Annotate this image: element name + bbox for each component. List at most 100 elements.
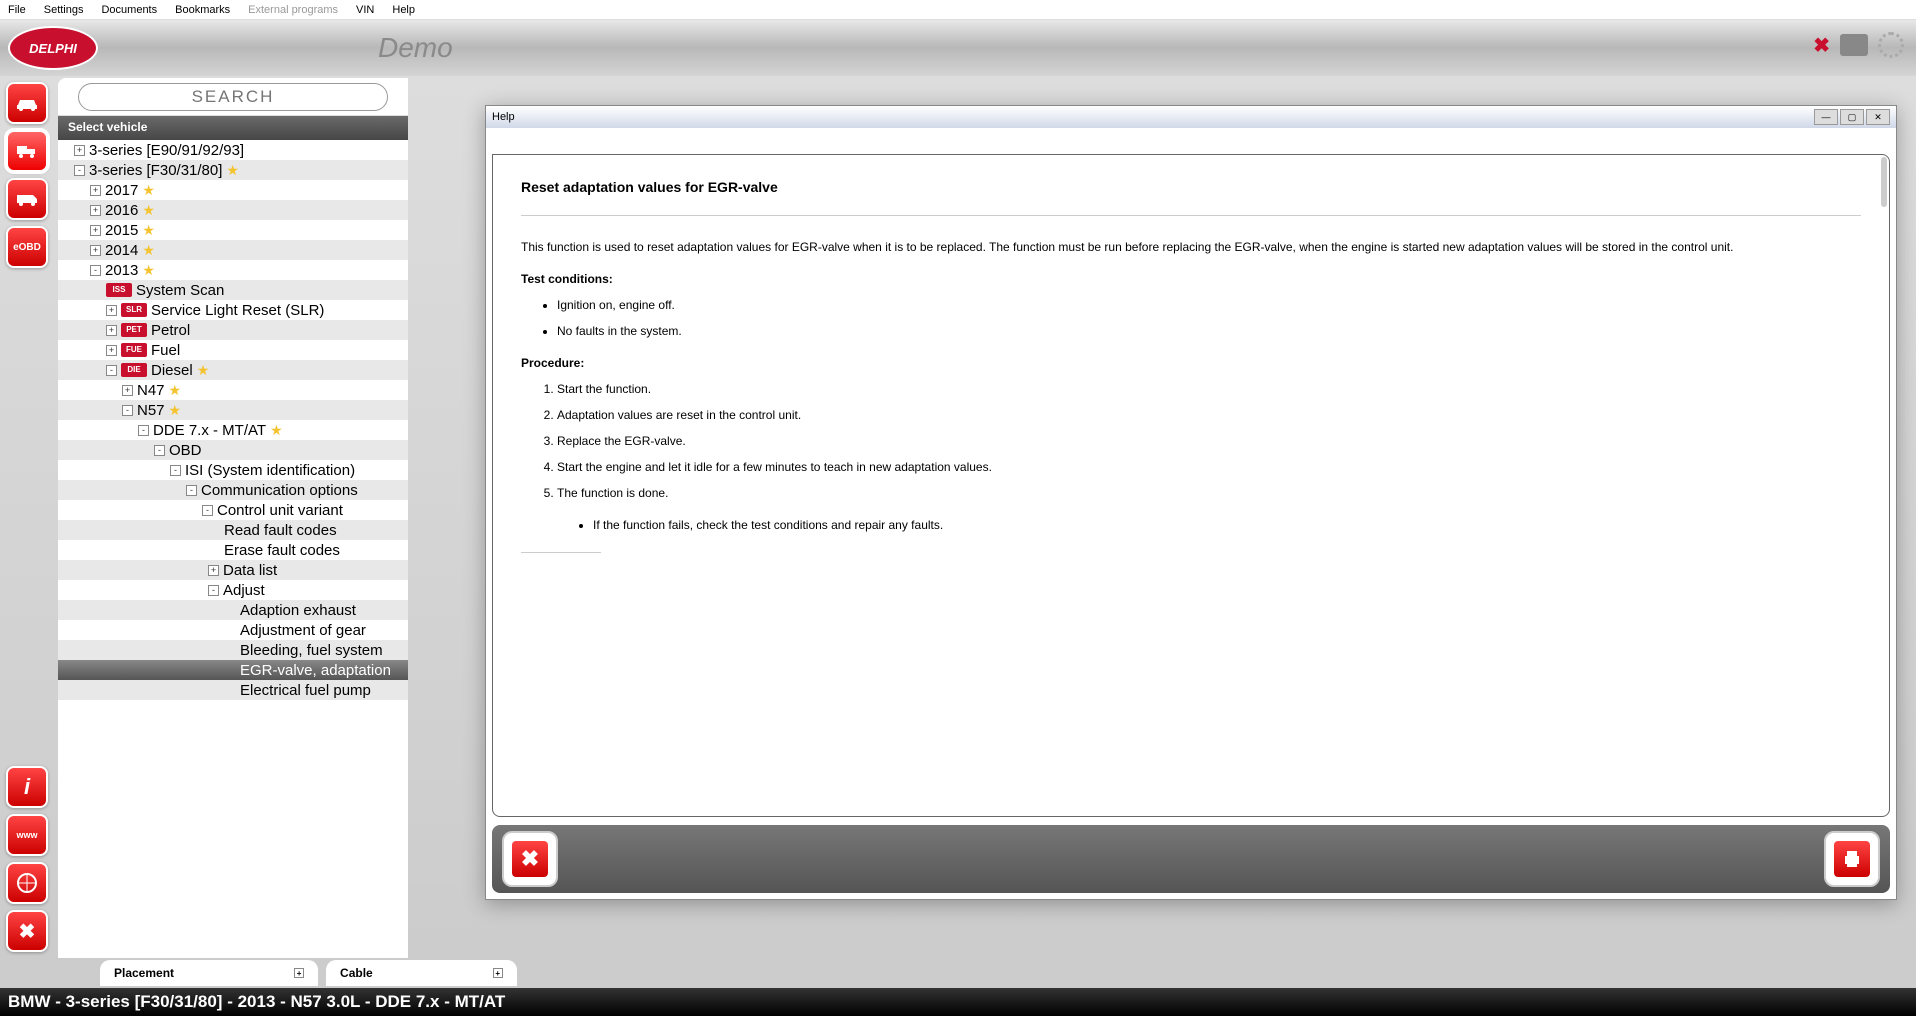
tree-item[interactable]: +2015★: [58, 220, 408, 240]
tree-item[interactable]: +N47★: [58, 380, 408, 400]
print-button[interactable]: [1824, 831, 1880, 887]
tree-item[interactable]: -OBD: [58, 440, 408, 460]
bottom-tab-placement[interactable]: Placement+: [100, 960, 318, 986]
eobd-icon[interactable]: eOBD: [6, 226, 48, 268]
tree-item[interactable]: -Control unit variant: [58, 500, 408, 520]
tree-item[interactable]: +SLRService Light Reset (SLR): [58, 300, 408, 320]
expand-icon[interactable]: +: [74, 145, 85, 156]
collapse-icon[interactable]: -: [138, 425, 149, 436]
expand-icon[interactable]: +: [106, 305, 117, 316]
expand-icon[interactable]: +: [294, 968, 304, 978]
tree-item[interactable]: +3-series [E90/91/92/93]: [58, 140, 408, 160]
tree-item[interactable]: Bleeding, fuel system: [58, 640, 408, 660]
expand-icon[interactable]: +: [493, 968, 503, 978]
help-footer: ✖: [492, 825, 1890, 893]
tree-label: 3-series [F30/31/80]: [89, 162, 222, 179]
tree-item[interactable]: -ISI (System identification): [58, 460, 408, 480]
tree-label: Bleeding, fuel system: [240, 642, 383, 659]
expand-icon[interactable]: +: [208, 565, 219, 576]
menu-documents[interactable]: Documents: [101, 4, 157, 16]
collapse-icon[interactable]: -: [154, 445, 165, 456]
car-icon[interactable]: [6, 82, 48, 124]
expand-icon[interactable]: +: [90, 245, 101, 256]
close-icon[interactable]: ✖: [6, 910, 48, 952]
tree-label: Petrol: [151, 322, 190, 339]
collapse-icon[interactable]: -: [122, 405, 133, 416]
expand-icon[interactable]: +: [90, 205, 101, 216]
collapse-icon[interactable]: -: [74, 165, 85, 176]
vehicle-tree[interactable]: +3-series [E90/91/92/93]-3-series [F30/3…: [58, 140, 408, 958]
tree-label: Diesel: [151, 362, 193, 379]
close-app-icon[interactable]: ✖: [1813, 33, 1830, 58]
tree-badge-icon: DIE: [121, 363, 147, 377]
truck-icon[interactable]: [6, 130, 48, 172]
close-button[interactable]: ✕: [1866, 109, 1890, 125]
tree-item[interactable]: -2013★: [58, 260, 408, 280]
tree-item[interactable]: +PETPetrol: [58, 320, 408, 340]
loading-icon: [1878, 32, 1904, 58]
tree-label: Adjust: [223, 582, 265, 599]
star-icon: ★: [142, 242, 155, 259]
tree-item[interactable]: Electrical fuel pump: [58, 680, 408, 700]
expand-icon[interactable]: +: [122, 385, 133, 396]
compass-icon[interactable]: [6, 862, 48, 904]
close-help-button[interactable]: ✖: [502, 831, 558, 887]
help-titlebar[interactable]: Help — ▢ ✕: [486, 106, 1896, 128]
tree-item[interactable]: Read fault codes: [58, 520, 408, 540]
divider: [521, 552, 601, 553]
tree-item[interactable]: ISSSystem Scan: [58, 280, 408, 300]
expand-icon[interactable]: +: [90, 185, 101, 196]
collapse-icon[interactable]: -: [202, 505, 213, 516]
tree-item[interactable]: -DIE Diesel★: [58, 360, 408, 380]
tree-item[interactable]: EGR-valve, adaptation: [58, 660, 408, 680]
maximize-button[interactable]: ▢: [1840, 109, 1864, 125]
select-vehicle-header: Select vehicle: [58, 116, 408, 140]
tree-item[interactable]: -N57★: [58, 400, 408, 420]
tree-item[interactable]: +2016★: [58, 200, 408, 220]
tree-item[interactable]: Adaption exhaust: [58, 600, 408, 620]
collapse-icon[interactable]: -: [90, 265, 101, 276]
test-conditions-list: Ignition on, engine off.No faults in the…: [557, 298, 1861, 338]
tree-item[interactable]: -DDE 7.x - MT/AT★: [58, 420, 408, 440]
minimize-button[interactable]: —: [1814, 109, 1838, 125]
star-icon: ★: [197, 362, 210, 379]
scrollbar[interactable]: [1881, 157, 1887, 207]
info-icon[interactable]: i: [6, 766, 48, 808]
tree-label: 2015: [105, 222, 138, 239]
expand-icon[interactable]: +: [106, 345, 117, 356]
collapse-icon[interactable]: -: [186, 485, 197, 496]
collapse-icon[interactable]: -: [106, 365, 117, 376]
menu-help[interactable]: Help: [392, 4, 415, 16]
menu-file[interactable]: File: [8, 4, 26, 16]
tree-item[interactable]: Adjustment of gear: [58, 620, 408, 640]
tree-label: Adaption exhaust: [240, 602, 356, 619]
expand-icon[interactable]: +: [90, 225, 101, 236]
tree-item[interactable]: Erase fault codes: [58, 540, 408, 560]
www-icon[interactable]: www: [6, 814, 48, 856]
list-item: No faults in the system.: [557, 324, 1861, 338]
tab-label: Cable: [340, 966, 373, 980]
tree-item[interactable]: +2014★: [58, 240, 408, 260]
menu-settings[interactable]: Settings: [44, 4, 84, 16]
van-icon[interactable]: [6, 178, 48, 220]
tree-label: N57: [137, 402, 165, 419]
tree-item[interactable]: +Data list: [58, 560, 408, 580]
search-input[interactable]: [78, 83, 388, 111]
briefcase-icon[interactable]: [1840, 34, 1868, 56]
expand-icon[interactable]: +: [106, 325, 117, 336]
star-icon: ★: [142, 222, 155, 239]
tree-item[interactable]: -3-series [F30/31/80]★: [58, 160, 408, 180]
menu-external programs[interactable]: External programs: [248, 4, 338, 16]
menu-bookmarks[interactable]: Bookmarks: [175, 4, 230, 16]
tree-label: N47: [137, 382, 165, 399]
tree-item[interactable]: -Adjust: [58, 580, 408, 600]
tree-item[interactable]: +FUEFuel: [58, 340, 408, 360]
tree-item[interactable]: +2017★: [58, 180, 408, 200]
star-icon: ★: [270, 422, 283, 439]
tree-item[interactable]: -Communication options: [58, 480, 408, 500]
collapse-icon[interactable]: -: [208, 585, 219, 596]
bottom-tab-cable[interactable]: Cable +: [326, 960, 517, 986]
demo-label: Demo: [378, 32, 453, 64]
menu-vin[interactable]: VIN: [356, 4, 374, 16]
collapse-icon[interactable]: -: [170, 465, 181, 476]
